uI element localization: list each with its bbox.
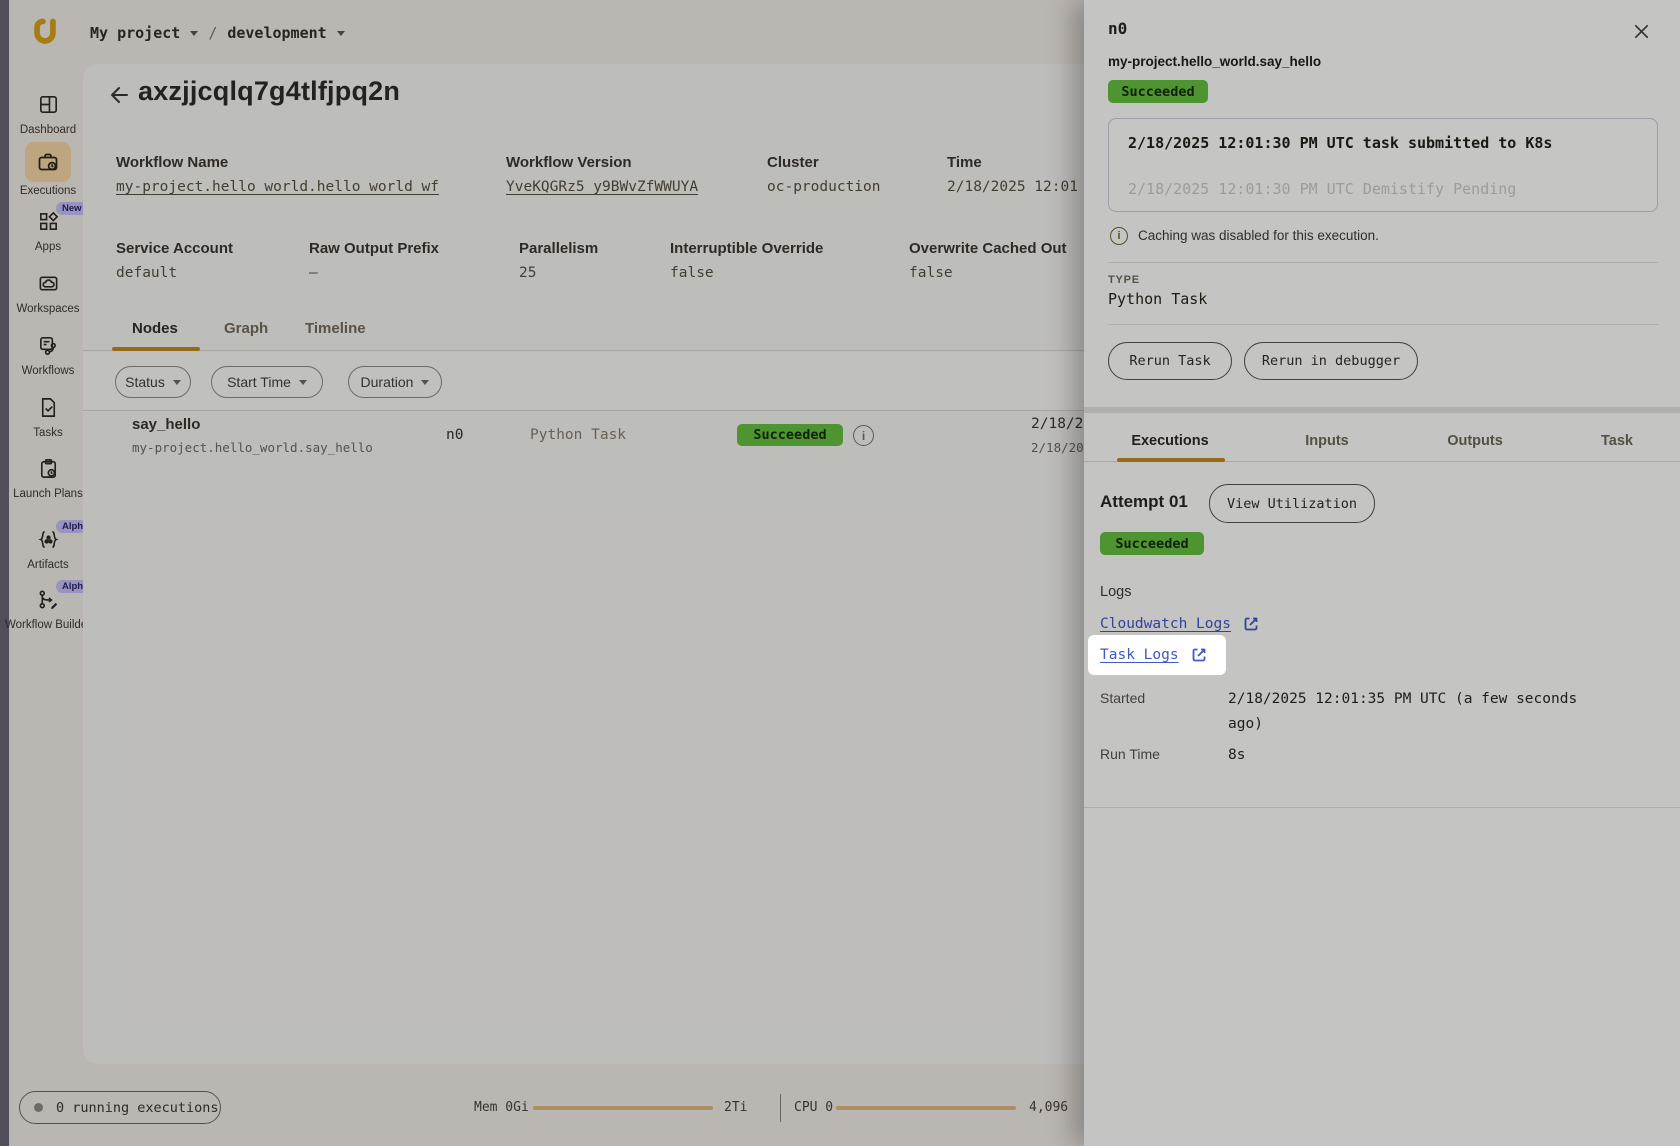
task-logs-label: Task Logs	[1100, 647, 1179, 663]
external-link-icon	[1189, 645, 1209, 665]
dim-overlay	[0, 0, 1680, 1146]
app-window: My project / development Dashboard Execu…	[0, 0, 1680, 1146]
task-logs-highlight: Task Logs	[1088, 635, 1226, 675]
task-logs-link[interactable]: Task Logs	[1100, 645, 1209, 665]
